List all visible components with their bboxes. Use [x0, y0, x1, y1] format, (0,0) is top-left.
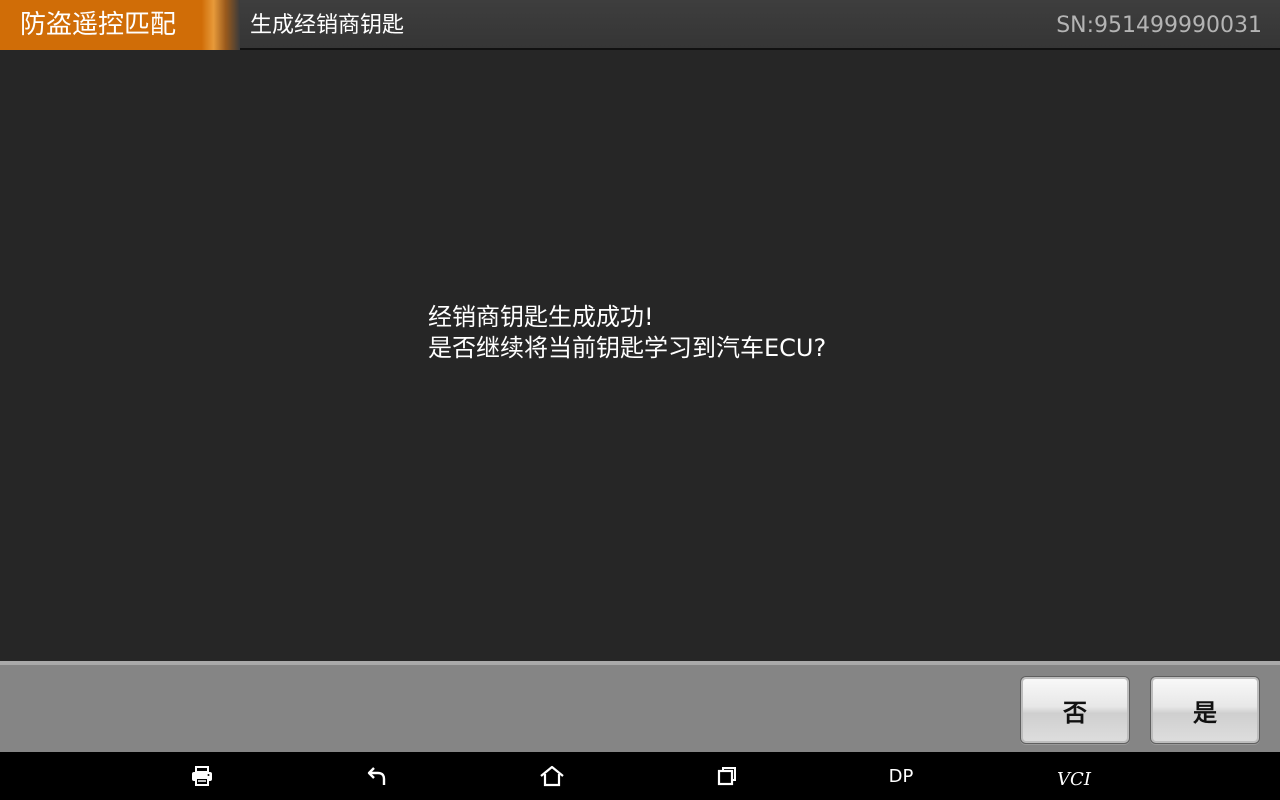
no-button[interactable]: 否	[1020, 676, 1130, 744]
home-icon[interactable]	[528, 752, 576, 800]
printer-icon[interactable]	[178, 752, 226, 800]
serial-number: SN:951499990031	[1056, 13, 1262, 38]
title-bar: 防盗遥控匹配 生成经销商钥匙 SN:951499990031	[0, 0, 1280, 50]
yes-button[interactable]: 是	[1150, 676, 1260, 744]
dp-button[interactable]: DP	[877, 752, 925, 800]
message-line-1: 经销商钥匙生成成功!	[428, 303, 654, 331]
page-title: 生成经销商钥匙	[250, 13, 405, 38]
recent-apps-icon[interactable]	[703, 752, 751, 800]
back-icon[interactable]	[354, 752, 402, 800]
message-line-2: 是否继续将当前钥匙学习到汽车ECU?	[428, 334, 827, 362]
message-area: 经销商钥匙生成成功! 是否继续将当前钥匙学习到汽车ECU?	[0, 52, 1280, 661]
action-bar: 否 是	[0, 661, 1280, 752]
screen: 防盗遥控匹配 生成经销商钥匙 SN:951499990031 经销商钥匙生成成功…	[0, 0, 1280, 800]
message-text: 经销商钥匙生成成功! 是否继续将当前钥匙学习到汽车ECU?	[428, 302, 826, 364]
navigation-bar: DP VCI	[0, 752, 1280, 800]
module-title: 防盗遥控匹配	[0, 0, 240, 50]
vci-button[interactable]: VCI	[1050, 755, 1098, 800]
